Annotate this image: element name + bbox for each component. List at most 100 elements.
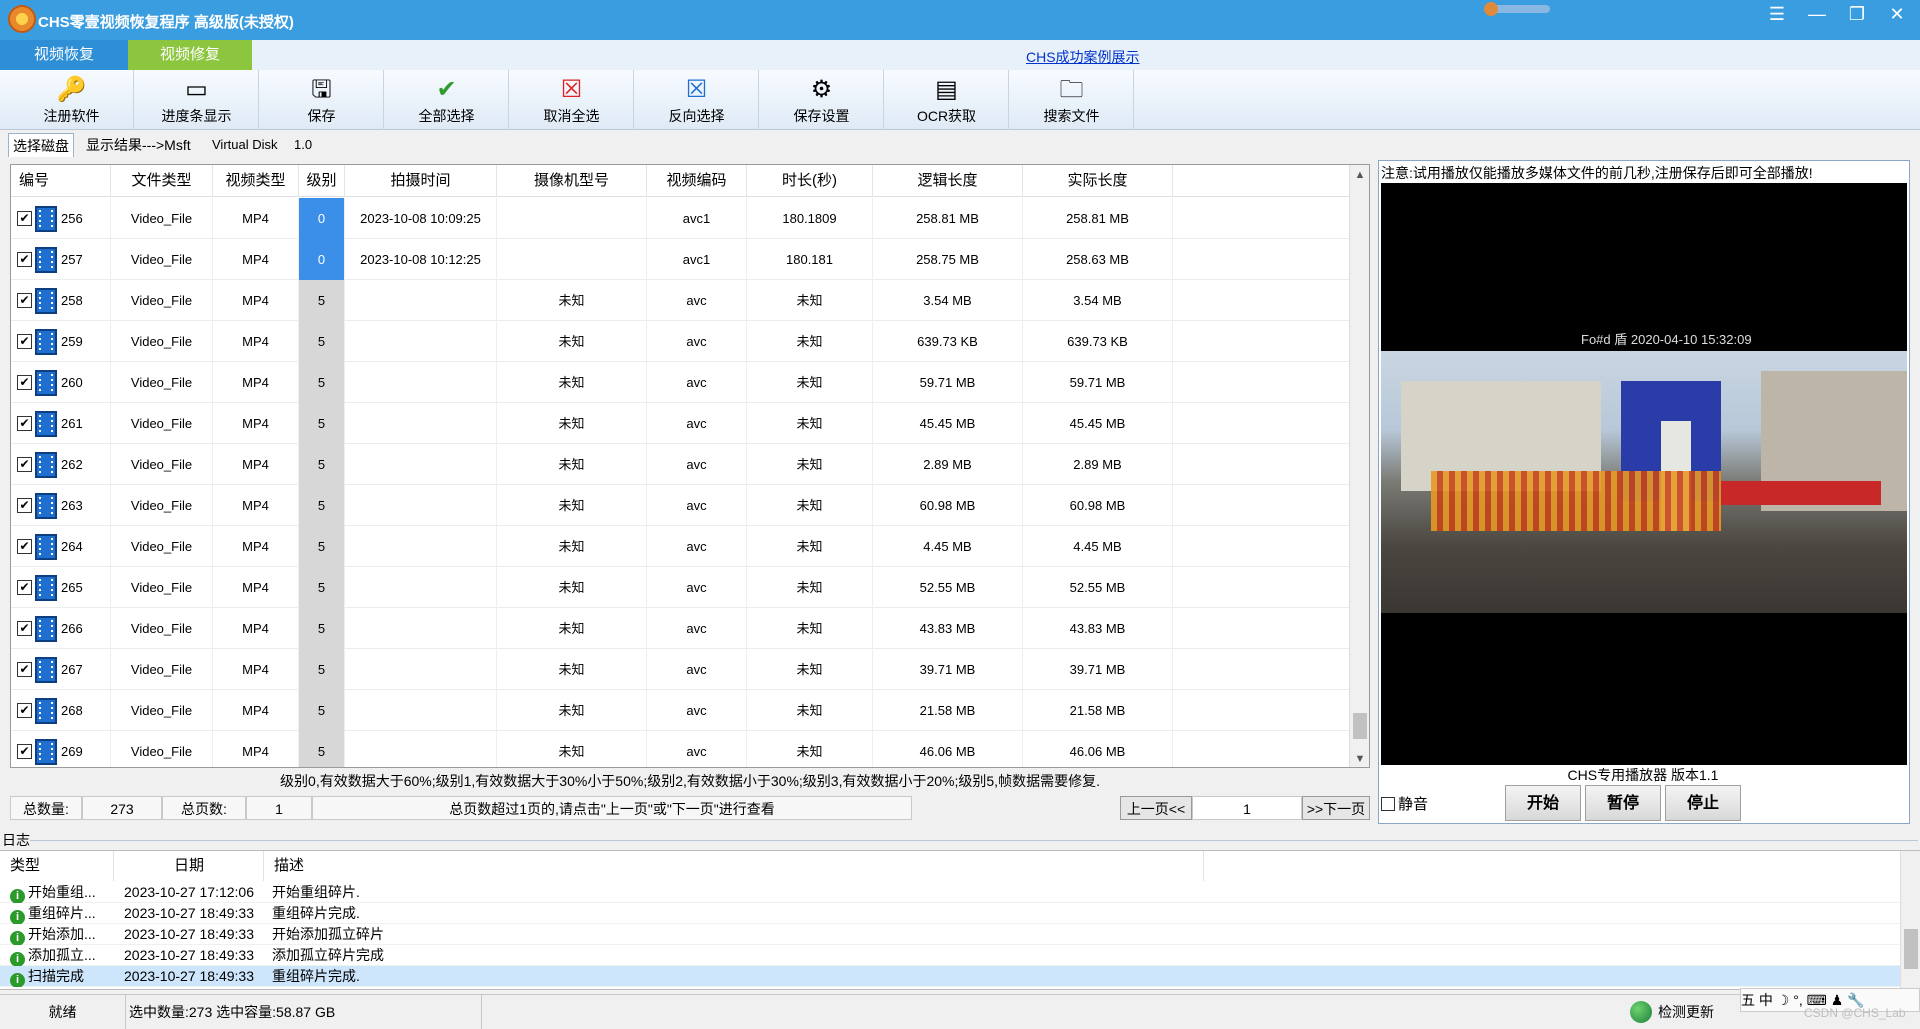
cell-level: 5 — [299, 362, 345, 403]
log-header-desc[interactable]: 描述 — [264, 851, 1204, 881]
tab-result-path[interactable]: 显示结果--->Msft — [82, 133, 195, 157]
row-checkbox[interactable]: ✔ — [17, 252, 32, 267]
row-checkbox[interactable]: ✔ — [17, 416, 32, 431]
log-row[interactable]: i 开始添加... 2023-10-27 18:49:33 开始添加孤立碎片 — [0, 924, 1900, 945]
column-header-codec[interactable]: 视频编码 — [647, 165, 747, 197]
maximize-button[interactable]: ❐ — [1840, 2, 1874, 26]
cell-camera — [497, 239, 647, 280]
info-icon: i — [10, 889, 25, 903]
column-header-logical[interactable]: 逻辑长度 — [873, 165, 1023, 197]
column-header-id[interactable]: 编号 — [11, 165, 111, 197]
column-header-camera[interactable]: 摄像机型号 — [497, 165, 647, 197]
table-row[interactable]: ✔ 267 Video_File MP4 5 未知 avc 未知 39.71 MB 39.71 M… — [11, 649, 1361, 690]
toolbar-label: 进度条显示 — [161, 108, 232, 124]
row-checkbox[interactable]: ✔ — [17, 457, 32, 472]
scroll-down-icon[interactable]: ▼ — [1350, 749, 1369, 767]
row-id: 268 — [61, 703, 83, 718]
toolbar-button-key[interactable]: 🔑 注册软件 — [10, 70, 134, 130]
watermark: CSDN @CHS_Lab — [1804, 1006, 1906, 1020]
cell-codec: avc — [647, 567, 747, 608]
cell-file-type: Video_File — [111, 567, 213, 608]
table-row[interactable]: ✔ 261 Video_File MP4 5 未知 avc 未知 45.45 MB 45.45 M… — [11, 403, 1361, 444]
cell-codec: avc1 — [647, 239, 747, 280]
prev-page-button[interactable]: 上一页<< — [1120, 796, 1192, 820]
log-row[interactable]: i 重组碎片... 2023-10-27 18:49:33 重组碎片完成. — [0, 903, 1900, 924]
tab-video-repair[interactable]: 视频修复 — [128, 40, 252, 70]
toolbar-button-progress[interactable]: ▭ 进度条显示 — [135, 70, 259, 130]
toolbar-button-settings[interactable]: ⚙ 保存设置 — [760, 70, 884, 130]
log-header-date[interactable]: 日期 — [114, 851, 264, 881]
column-header-level[interactable]: 级别 — [299, 165, 345, 197]
pager-hint: 总页数超过1页的,请点击"上一页"或"下一页"进行查看 — [312, 796, 912, 820]
video-screen[interactable]: Fo#d 盾 2020-04-10 15:32:09 — [1381, 183, 1907, 765]
toolbar-button-save[interactable]: 🖫 保存 — [260, 70, 384, 130]
toolbar-button-search-folder[interactable]: 🗀 搜索文件 — [1010, 70, 1134, 130]
table-row[interactable]: ✔ 256 Video_File MP4 0 2023-10-08 10:09:25 avc… — [11, 198, 1361, 239]
table-row[interactable]: ✔ 269 Video_File MP4 5 未知 avc 未知 46.06 MB 46.06 M… — [11, 731, 1361, 767]
row-id: 266 — [61, 621, 83, 636]
cell-camera: 未知 — [497, 362, 647, 403]
cell-level: 5 — [299, 567, 345, 608]
cell-duration: 未知 — [747, 526, 873, 567]
next-page-button[interactable]: >>下一页 — [1302, 796, 1370, 820]
toolbar-button-invert-select[interactable]: ☒ 反向选择 — [635, 70, 759, 130]
table-row[interactable]: ✔ 258 Video_File MP4 5 未知 avc 未知 3.54 MB 3.54 MB — [11, 280, 1361, 321]
row-checkbox[interactable]: ✔ — [17, 539, 32, 554]
log-scrollbar[interactable] — [1900, 851, 1920, 989]
mute-checkbox[interactable]: 静音 — [1381, 793, 1428, 814]
play-start-button[interactable]: 开始 — [1505, 785, 1581, 821]
skin-slider[interactable] — [1484, 2, 1550, 16]
log-header-type[interactable]: 类型 — [0, 851, 114, 881]
log-date: 2023-10-27 18:49:33 — [124, 947, 254, 963]
menu-icon[interactable]: ☰ — [1760, 2, 1794, 26]
toolbar-label: OCR获取 — [916, 108, 977, 124]
column-header-time[interactable]: 拍摄时间 — [345, 165, 497, 197]
table-row[interactable]: ✔ 262 Video_File MP4 5 未知 avc 未知 2.89 MB 2.89 MB — [11, 444, 1361, 485]
minimize-button[interactable]: — — [1800, 2, 1834, 26]
row-checkbox[interactable]: ✔ — [17, 293, 32, 308]
success-cases-link[interactable]: CHS成功案例展示 — [1026, 47, 1140, 67]
table-row[interactable]: ✔ 265 Video_File MP4 5 未知 avc 未知 52.55 MB 52.55 M… — [11, 567, 1361, 608]
table-scrollbar[interactable]: ▲ ▼ — [1349, 165, 1369, 767]
row-checkbox[interactable]: ✔ — [17, 498, 32, 513]
row-checkbox[interactable]: ✔ — [17, 703, 32, 718]
table-row[interactable]: ✔ 260 Video_File MP4 5 未知 avc 未知 59.71 MB 59.71 M… — [11, 362, 1361, 403]
toolbar-button-checkmark[interactable]: ✔ 全部选择 — [385, 70, 509, 130]
cell-actual: 2.89 MB — [1023, 444, 1173, 485]
column-header-file-type[interactable]: 文件类型 — [111, 165, 213, 197]
table-row[interactable]: ✔ 263 Video_File MP4 5 未知 avc 未知 60.98 MB 60.98 M… — [11, 485, 1361, 526]
log-row[interactable]: i 扫描完成 2023-10-27 18:49:33 重组碎片完成. — [0, 966, 1900, 987]
row-checkbox[interactable]: ✔ — [17, 662, 32, 677]
column-header-duration[interactable]: 时长(秒) — [747, 165, 873, 197]
column-header-video-type[interactable]: 视频类型 — [213, 165, 299, 197]
scroll-up-icon[interactable]: ▲ — [1350, 165, 1369, 185]
tab-video-recover[interactable]: 视频恢复 — [0, 40, 128, 70]
table-row[interactable]: ✔ 259 Video_File MP4 5 未知 avc 未知 639.73 KB 639.73… — [11, 321, 1361, 362]
play-stop-button[interactable]: 停止 — [1665, 785, 1741, 821]
table-row[interactable]: ✔ 266 Video_File MP4 5 未知 avc 未知 43.83 MB 43.83 M… — [11, 608, 1361, 649]
row-checkbox[interactable]: ✔ — [17, 375, 32, 390]
column-header-actual[interactable]: 实际长度 — [1023, 165, 1173, 197]
row-id: 256 — [61, 211, 83, 226]
toolbar-button-ocr[interactable]: ▤ OCR获取 — [885, 70, 1009, 130]
row-checkbox[interactable]: ✔ — [17, 211, 32, 226]
table-row[interactable]: ✔ 257 Video_File MP4 0 2023-10-08 10:12:25 avc… — [11, 239, 1361, 280]
cell-time — [345, 485, 497, 526]
row-checkbox[interactable]: ✔ — [17, 580, 32, 595]
scroll-thumb[interactable] — [1353, 713, 1367, 739]
log-row[interactable]: i 添加孤立... 2023-10-27 18:49:33 添加孤立碎片完成 — [0, 945, 1900, 966]
close-button[interactable]: ✕ — [1880, 2, 1914, 26]
tab-select-disk[interactable]: 选择磁盘 — [8, 133, 74, 157]
row-checkbox[interactable]: ✔ — [17, 334, 32, 349]
play-pause-button[interactable]: 暂停 — [1585, 785, 1661, 821]
table-row[interactable]: ✔ 264 Video_File MP4 5 未知 avc 未知 4.45 MB 4.45 MB — [11, 526, 1361, 567]
row-checkbox[interactable]: ✔ — [17, 621, 32, 636]
row-id-cell: ✔ 269 — [11, 731, 111, 767]
log-row[interactable]: i 开始重组... 2023-10-27 17:12:06 开始重组碎片. — [0, 882, 1900, 903]
table-row[interactable]: ✔ 268 Video_File MP4 5 未知 avc 未知 21.58 MB 21.58 M… — [11, 690, 1361, 731]
current-page-field[interactable]: 1 — [1192, 796, 1302, 820]
toolbar-button-cancel-select[interactable]: ☒ 取消全选 — [510, 70, 634, 130]
row-checkbox[interactable]: ✔ — [17, 744, 32, 759]
log-table: 类型 日期 描述 i 开始重组... 2023-10-27 17:12:06 开始重组… — [0, 850, 1920, 990]
check-update-button[interactable]: 检测更新 — [1630, 995, 1740, 1029]
